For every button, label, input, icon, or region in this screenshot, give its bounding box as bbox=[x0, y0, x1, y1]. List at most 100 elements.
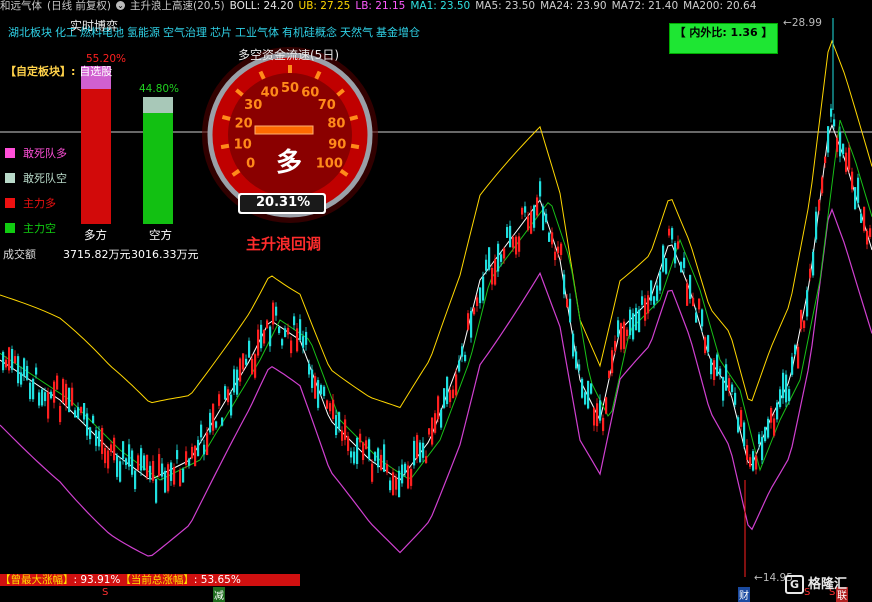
custom-block-value[interactable]: 自选股 bbox=[79, 65, 112, 78]
candle-body bbox=[350, 451, 353, 458]
candle-body bbox=[629, 309, 632, 336]
candle-body bbox=[503, 248, 506, 259]
candle-body bbox=[356, 437, 359, 465]
candle-body bbox=[812, 251, 815, 276]
candle-body bbox=[593, 407, 596, 426]
candle-body bbox=[383, 444, 386, 472]
candle-body bbox=[221, 417, 224, 426]
concept-tag[interactable]: 天然气 bbox=[340, 26, 373, 39]
candle-body bbox=[749, 457, 752, 467]
candle-body bbox=[731, 384, 734, 392]
candle-body bbox=[467, 313, 470, 330]
event-marker[interactable]: 减 bbox=[213, 587, 225, 602]
candle-body bbox=[506, 227, 509, 238]
event-marker[interactable]: 财 bbox=[738, 587, 750, 602]
candle-body bbox=[293, 316, 296, 326]
candle-body bbox=[446, 376, 449, 405]
concept-tag[interactable]: 氢能源 bbox=[127, 26, 160, 39]
candle-body bbox=[551, 232, 554, 245]
candle-body bbox=[233, 369, 236, 393]
candle-body bbox=[200, 424, 203, 438]
candle-body bbox=[212, 403, 215, 431]
candle-body bbox=[587, 380, 590, 409]
candle-body bbox=[716, 354, 719, 376]
candle-body bbox=[218, 394, 221, 406]
price-high-label: ←28.99 bbox=[783, 17, 822, 29]
candle-body bbox=[101, 427, 104, 454]
candle-body bbox=[104, 448, 107, 464]
candle-body bbox=[155, 479, 158, 503]
candle-body bbox=[728, 378, 731, 391]
stock-name[interactable]: 和远气体 bbox=[0, 0, 42, 12]
candle-body bbox=[656, 285, 659, 301]
candle-body bbox=[179, 470, 182, 487]
candle-body bbox=[614, 340, 617, 351]
candle-body bbox=[323, 386, 326, 396]
candle-body bbox=[734, 392, 737, 405]
candle-body bbox=[578, 364, 581, 371]
bear-label: 空方 bbox=[149, 228, 172, 242]
candle-body bbox=[638, 309, 641, 332]
candle-body bbox=[161, 463, 164, 477]
candle-body bbox=[425, 456, 428, 463]
dropdown-icon[interactable]: ⌄ bbox=[116, 1, 126, 10]
candle-body bbox=[134, 470, 137, 490]
candle-body bbox=[404, 463, 407, 474]
legend-item: 主力多 bbox=[5, 195, 56, 211]
period-mode[interactable]: (日线 前复权) bbox=[47, 0, 111, 12]
gauge-tick-label: 20 bbox=[235, 117, 253, 132]
candle-body bbox=[14, 356, 17, 364]
gauge-tick-label: 10 bbox=[234, 137, 252, 152]
candle-body bbox=[275, 306, 278, 316]
candle-body bbox=[23, 358, 26, 377]
concept-tag[interactable]: 基金增仓 bbox=[376, 26, 420, 39]
candle-body bbox=[296, 328, 299, 352]
candle-body bbox=[623, 321, 626, 349]
custom-block-label: 【自定板块】: 自选股 bbox=[5, 65, 113, 78]
candle-body bbox=[848, 147, 851, 170]
candle-body bbox=[857, 177, 860, 203]
candle-body bbox=[866, 230, 869, 245]
candle-body bbox=[473, 307, 476, 315]
candle-body bbox=[173, 466, 176, 485]
candle-body bbox=[449, 390, 452, 403]
candle-body bbox=[230, 394, 233, 416]
concept-tag[interactable]: 工业气体 bbox=[235, 26, 279, 39]
concept-tag[interactable]: 芯片 bbox=[210, 26, 232, 39]
legend-item: 主力空 bbox=[5, 220, 56, 236]
event-marker[interactable]: S bbox=[101, 587, 109, 598]
candle-body bbox=[80, 406, 83, 413]
candle-body bbox=[152, 460, 155, 481]
candle-body bbox=[797, 346, 800, 369]
candle-body bbox=[512, 237, 515, 248]
candle-body bbox=[128, 444, 131, 467]
candle-body bbox=[710, 358, 713, 375]
legend-item: 敢死队多 bbox=[5, 145, 67, 161]
candle-body bbox=[50, 391, 53, 399]
candle-body bbox=[389, 480, 392, 491]
concept-tag[interactable]: 空气治理 bbox=[163, 26, 207, 39]
candle-body bbox=[182, 468, 185, 483]
candle-body bbox=[626, 329, 629, 336]
candle-body bbox=[674, 242, 677, 264]
candle-body bbox=[377, 448, 380, 468]
candle-body bbox=[596, 403, 599, 427]
candlestick-chart[interactable]: 0 10 20 3040 50 6070 80 90 100 bbox=[0, 0, 872, 599]
concept-tag[interactable]: 有机硅概念 bbox=[282, 26, 337, 39]
candle-body bbox=[305, 331, 308, 345]
candle-body bbox=[314, 376, 317, 399]
concept-tag[interactable]: 湖北板块 bbox=[8, 26, 52, 39]
candle-body bbox=[560, 243, 563, 255]
candle-body bbox=[107, 450, 110, 469]
candle-body bbox=[281, 339, 284, 346]
candle-body bbox=[476, 297, 479, 306]
candle-body bbox=[488, 247, 491, 270]
candle-body bbox=[647, 295, 650, 314]
candle-body bbox=[839, 132, 842, 157]
candle-body bbox=[809, 268, 812, 278]
candle-body bbox=[236, 369, 239, 395]
candle-body bbox=[344, 419, 347, 440]
indicator-name[interactable]: 主升浪上高速(20,5) bbox=[130, 0, 225, 12]
candle-body bbox=[536, 197, 539, 216]
candle-body bbox=[302, 336, 305, 348]
